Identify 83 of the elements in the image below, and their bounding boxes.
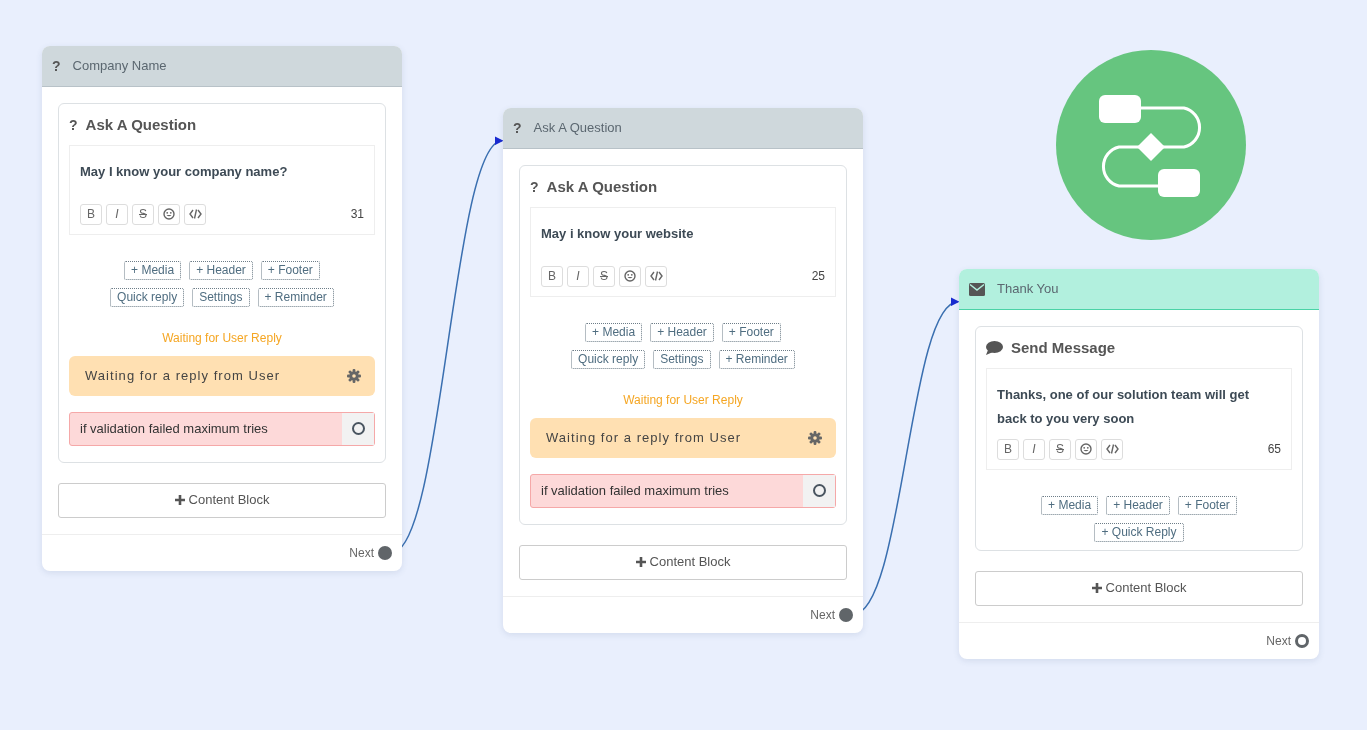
option-button[interactable]: + Media	[585, 322, 643, 342]
plus-icon	[635, 557, 646, 568]
message-text: Thanks, one of our solution team will get back to you very soon	[997, 385, 1251, 428]
option-button[interactable]: Quick reply	[571, 349, 646, 369]
option-button[interactable]: + Quick Reply	[1094, 522, 1184, 542]
waiting-reply-box[interactable]: Waiting for a reply from User	[530, 417, 836, 458]
option-button[interactable]: Settings	[192, 287, 250, 307]
option-button[interactable]: + Header	[189, 260, 253, 280]
block-title: Ask A Question	[85, 115, 197, 135]
node-title: Ask A Question	[533, 119, 622, 138]
emoji-button[interactable]	[158, 203, 180, 225]
node-title: Thank You	[997, 280, 1059, 299]
option-button[interactable]: + Footer	[260, 260, 320, 280]
bold-button[interactable]: B	[997, 438, 1019, 460]
block-title: Ask A Question	[546, 177, 658, 197]
waiting-text: Waiting for a reply from User	[546, 428, 742, 447]
waiting-reply-box[interactable]: Waiting for a reply from User	[69, 355, 375, 396]
port-handle[interactable]	[803, 474, 835, 507]
smiley-icon	[1080, 443, 1092, 455]
option-button[interactable]: + Media	[1041, 495, 1099, 515]
code-button[interactable]	[1101, 438, 1123, 460]
next-port[interactable]	[378, 545, 392, 560]
add-content-block-button[interactable]: Content Block	[58, 482, 386, 518]
code-button[interactable]	[184, 203, 206, 225]
next-port[interactable]	[839, 607, 853, 622]
bold-button[interactable]: B	[80, 203, 102, 225]
code-button[interactable]	[645, 265, 667, 287]
option-button[interactable]: + Reminder	[718, 349, 795, 369]
question-mark-icon: ?	[513, 117, 522, 139]
strikethrough-button[interactable]: S	[132, 203, 154, 225]
next-label: Next	[349, 544, 374, 562]
emoji-button[interactable]	[1075, 438, 1097, 460]
plus-icon	[1091, 583, 1102, 594]
envelope-icon	[969, 282, 985, 296]
settings-icon	[347, 368, 361, 383]
character-count: 25	[811, 268, 825, 285]
character-count: 31	[350, 206, 364, 223]
add-content-block-button[interactable]: Content Block	[519, 544, 847, 580]
next-label: Next	[810, 606, 835, 624]
emoji-button[interactable]	[619, 265, 641, 287]
code-icon	[649, 271, 663, 281]
option-button[interactable]: Settings	[653, 349, 711, 369]
option-button[interactable]: + Footer	[1177, 495, 1237, 515]
option-button[interactable]: Quick reply	[110, 287, 185, 307]
plus-icon	[174, 495, 185, 506]
bold-button[interactable]: B	[541, 265, 563, 287]
message-editor[interactable]: May i know your website B I S 25	[530, 206, 836, 297]
waiting-text: Waiting for a reply from User	[85, 366, 281, 385]
smiley-icon	[163, 208, 175, 220]
node-title: Company Name	[72, 57, 167, 76]
next-label: Next	[1266, 632, 1291, 650]
question-mark-icon: ?	[52, 55, 61, 77]
message-text: May i know your website	[541, 224, 695, 243]
option-button[interactable]: + Footer	[721, 322, 781, 342]
waiting-label: Waiting for User Reply	[622, 391, 744, 409]
settings-icon	[808, 430, 822, 445]
code-icon	[188, 209, 202, 219]
message-editor[interactable]: May I know your company name? B I S 31	[69, 144, 375, 235]
option-button[interactable]: + Header	[650, 322, 714, 342]
validation-text: if validation failed maximum tries	[540, 481, 729, 500]
add-content-block-button[interactable]: Content Block	[975, 570, 1303, 606]
code-icon	[1105, 444, 1119, 454]
option-button[interactable]: + Header	[1106, 495, 1170, 515]
italic-button[interactable]: I	[567, 265, 589, 287]
message-text: May I know your company name?	[80, 162, 289, 181]
block-title: Send Message	[1011, 338, 1116, 358]
smiley-icon	[624, 270, 636, 282]
strikethrough-button[interactable]: S	[1049, 438, 1071, 460]
italic-button[interactable]: I	[1023, 438, 1045, 460]
option-button[interactable]: + Media	[124, 260, 182, 280]
italic-button[interactable]: I	[106, 203, 128, 225]
message-editor[interactable]: Thanks, one of our solution team will get back to you very soon B I S 65	[986, 367, 1292, 470]
port-handle[interactable]	[342, 412, 374, 445]
validation-text: if validation failed maximum tries	[79, 419, 268, 438]
question-mark-icon: ?	[69, 114, 78, 136]
waiting-label: Waiting for User Reply	[161, 329, 283, 347]
question-mark-icon: ?	[530, 176, 539, 198]
flowchart-logo-icon	[1056, 50, 1246, 240]
speech-bubble-icon	[986, 341, 1003, 356]
strikethrough-button[interactable]: S	[593, 265, 615, 287]
option-button[interactable]: + Reminder	[257, 287, 334, 307]
next-port[interactable]	[1295, 633, 1309, 648]
character-count: 65	[1267, 441, 1281, 458]
